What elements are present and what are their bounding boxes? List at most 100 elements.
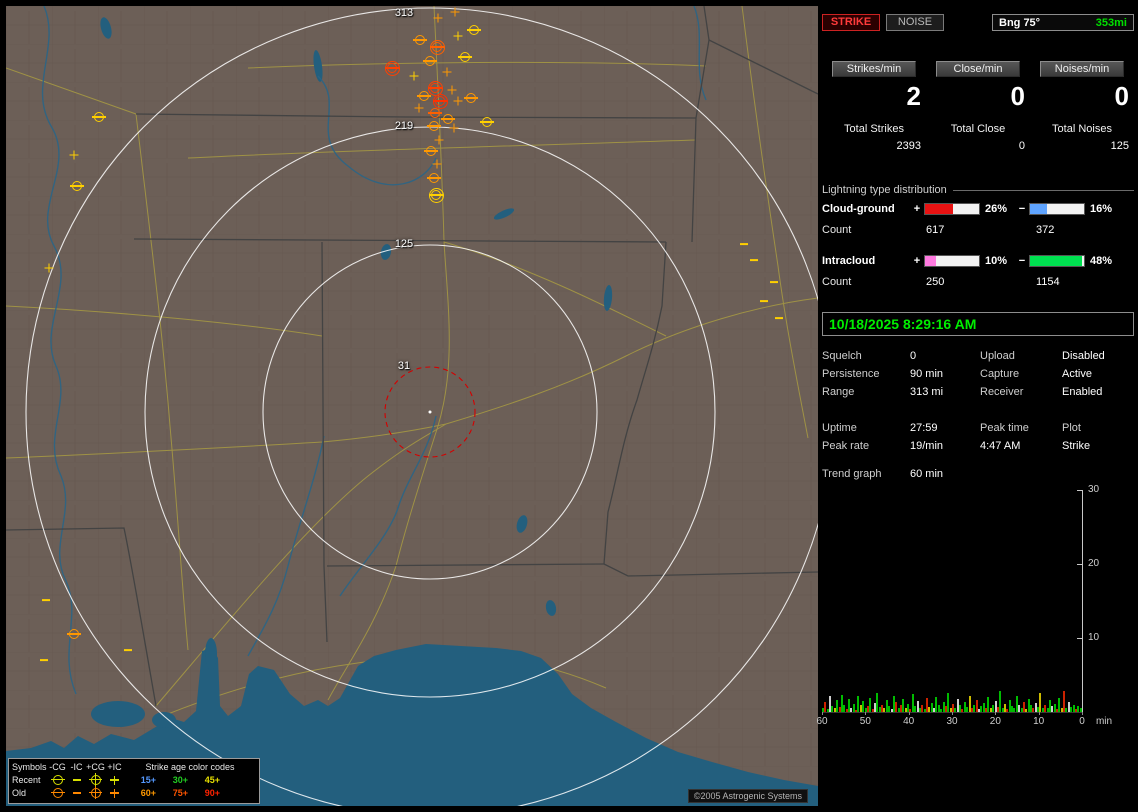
uptime-label: Uptime	[822, 422, 857, 434]
receiver-status: Enabled	[1062, 386, 1103, 398]
trend-window-value: 60 min	[910, 468, 944, 480]
cg-neg-bar	[1029, 203, 1085, 215]
ic-pos-percent: 10%	[985, 255, 1008, 267]
strike-indicator-button[interactable]: STRIKE	[822, 14, 880, 31]
legend-symbol	[50, 774, 65, 785]
legend-symbol	[110, 788, 119, 798]
trend-y-label: 30	[1088, 484, 1100, 495]
noises-column: Noises/min 0 Total Noises 125	[1030, 61, 1134, 152]
intracloud-label: Intracloud	[822, 255, 876, 267]
lightning-map[interactable]: Symbols -CG -IC +CG +IC Strike age color…	[6, 6, 818, 806]
trend-x-label: 40	[903, 716, 915, 727]
legend-symbol	[110, 775, 119, 785]
ic-neg-percent: 48%	[1090, 255, 1113, 267]
legend-symbol	[89, 786, 102, 800]
peak-rate-value: 19/min	[910, 440, 944, 452]
count-label: Count	[822, 276, 852, 288]
squelch-label: Squelch	[822, 350, 862, 362]
total-noises-label: Total Noises	[1052, 123, 1112, 135]
capture-status: Active	[1062, 368, 1092, 380]
bearing-value: Bng 75°	[999, 16, 1041, 29]
strikes-per-min-value: 2	[906, 81, 921, 111]
minus-sign: −	[1018, 203, 1026, 215]
trend-graph-label: Trend graph	[822, 468, 882, 480]
upload-status: Disabled	[1062, 350, 1105, 362]
trend-graph: 10 20 30 60 50 40 30 20 10 0 min	[816, 484, 1134, 740]
plot-label: Plot	[1062, 422, 1081, 434]
noises-per-min-button[interactable]: Noises/min	[1040, 61, 1124, 77]
trend-x-label: 0	[1079, 716, 1085, 727]
noise-indicator-button[interactable]: NOISE	[886, 14, 944, 31]
cg-pos-bar	[924, 203, 980, 215]
total-strikes-value: 2393	[896, 140, 921, 152]
total-close-value: 0	[1018, 140, 1025, 152]
plot-value: Strike	[1062, 440, 1091, 452]
trend-y-label: 10	[1088, 632, 1100, 643]
range-value: 313 mi	[910, 386, 944, 398]
legend-age-value: 75+	[172, 787, 188, 798]
peak-time-value: 4:47 AM	[980, 440, 1021, 452]
strikes-per-min-button[interactable]: Strikes/min	[832, 61, 916, 77]
peak-rate-label: Peak rate	[822, 440, 870, 452]
trend-y-label: 20	[1088, 558, 1100, 569]
bearing-readout: Bng 75° 353mi	[992, 14, 1134, 31]
range-label: Range	[822, 386, 855, 398]
legend-col-pos-ic: +IC	[107, 761, 122, 772]
ic-pos-bar	[924, 255, 980, 267]
intracloud-count-row: Count 250 1154	[822, 272, 1134, 292]
cloud-ground-label: Cloud-ground	[822, 203, 895, 215]
status-grid: Squelch 0 Upload Disabled Persistence 90…	[822, 350, 1134, 398]
distribution-title: Lightning type distribution	[822, 184, 1134, 196]
plus-sign: +	[913, 203, 921, 215]
ic-neg-bar	[1029, 255, 1085, 267]
stats-grid: Uptime 27:59 Peak time Plot Peak rate 19…	[822, 422, 1134, 452]
legend-col-neg-cg: -CG	[49, 761, 66, 772]
plus-sign: +	[913, 255, 921, 267]
squelch-value: 0	[910, 350, 917, 362]
total-close-label: Total Close	[950, 123, 1006, 135]
distance-value: 353mi	[1095, 16, 1127, 29]
cg-pos-count: 617	[926, 224, 945, 236]
legend-symbol	[72, 779, 81, 782]
legend-age-value: 45+	[204, 774, 220, 785]
legend-row: Old 60+ 75+ 90+	[12, 786, 220, 800]
legend-symbol	[89, 773, 102, 787]
strikes-column: Strikes/min 2 Total Strikes 2393	[822, 61, 926, 152]
total-strikes-label: Total Strikes	[844, 123, 904, 135]
map-canvas	[6, 6, 818, 806]
legend-age-title: Strike age color codes	[145, 761, 235, 772]
trend-x-label: 60	[816, 716, 828, 727]
ic-neg-count: 1154	[1036, 276, 1060, 288]
legend-col-pos-cg: +CG	[86, 761, 105, 772]
legend-age-value: 30+	[172, 774, 188, 785]
noises-per-min-value: 0	[1114, 81, 1129, 111]
capture-label: Capture	[980, 368, 1020, 380]
trend-x-unit: min	[1095, 716, 1113, 727]
nexstorm-window: Symbols -CG -IC +CG +IC Strike age color…	[0, 0, 1138, 812]
uptime-value: 27:59	[910, 422, 938, 434]
upload-label: Upload	[980, 350, 1015, 362]
cg-pos-percent: 26%	[985, 203, 1008, 215]
trend-x-label: 10	[1033, 716, 1045, 727]
receiver-label: Receiver	[980, 386, 1024, 398]
cloud-ground-count-row: Count 617 372	[822, 220, 1134, 240]
legend-age-value: 15+	[140, 774, 156, 785]
close-per-min-button[interactable]: Close/min	[936, 61, 1020, 77]
legend-header: Symbols -CG -IC +CG +IC Strike age color…	[12, 760, 256, 773]
trend-plot-area	[822, 490, 1083, 713]
lightning-type-distribution: Lightning type distribution Cloud-ground…	[822, 184, 1134, 292]
ic-pos-count: 250	[926, 276, 945, 288]
trend-header: Trend graph 60 min	[822, 468, 1134, 480]
legend-age-value: 90+	[204, 787, 220, 798]
rate-counters: Strikes/min 2 Total Strikes 2393 Close/m…	[822, 61, 1134, 152]
peak-time-label: Peak time	[980, 422, 1029, 434]
intracloud-row: Intracloud + 10% − 48%	[822, 250, 1134, 272]
copyright-label: ©2005 Astrogenic Systems	[687, 789, 808, 803]
legend-age-value: 60+	[140, 787, 156, 798]
total-noises-value: 125	[1110, 140, 1129, 152]
datetime-display: 10/18/2025 8:29:16 AM	[822, 312, 1134, 336]
trend-x-label: 20	[989, 716, 1001, 727]
legend-symbols-title: Symbols	[12, 761, 47, 772]
trend-x-label: 50	[859, 716, 871, 727]
cg-neg-percent: 16%	[1090, 203, 1113, 215]
